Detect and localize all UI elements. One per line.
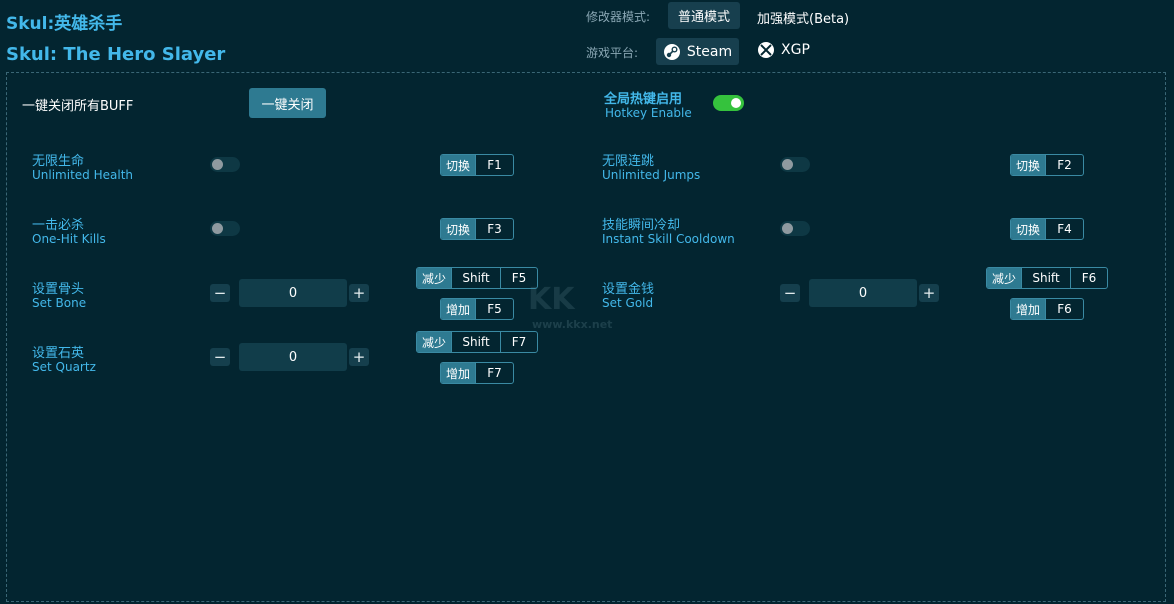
app-title-en: Skul: The Hero Slayer xyxy=(6,44,226,65)
bone-value-input[interactable]: 0 xyxy=(239,279,347,307)
hotkey-tag: 切换 xyxy=(441,219,476,239)
unlimited-health-hotkey[interactable]: 切换 F1 xyxy=(440,154,514,176)
hotkey-modifier: Shift xyxy=(1021,268,1070,288)
cheat-panel xyxy=(6,72,1166,602)
xbox-icon xyxy=(758,42,774,58)
hotkey-modifier: Shift xyxy=(451,268,500,288)
hotkey-tag: 切换 xyxy=(441,155,476,175)
minus-icon: − xyxy=(213,284,227,302)
enhanced-mode-button[interactable]: 加强模式(Beta) xyxy=(757,8,849,27)
instant-cooldown-hotkey[interactable]: 切换 F4 xyxy=(1010,218,1084,240)
close-all-label: 一键关闭所有BUFF xyxy=(22,99,134,114)
steam-platform-button[interactable]: Steam xyxy=(656,38,739,65)
plus-icon: + xyxy=(922,284,936,302)
cheat-label-cn: 无限生命 xyxy=(32,154,85,169)
bone-increase-button[interactable]: + xyxy=(349,284,369,302)
hotkey-tag: 切换 xyxy=(1011,219,1046,239)
hotkey-key: F7 xyxy=(500,332,537,352)
hotkey-key: F6 xyxy=(1045,299,1083,319)
hotkey-tag: 增加 xyxy=(441,299,476,319)
instant-cooldown-toggle[interactable] xyxy=(780,221,810,236)
value-label-en: Set Bone xyxy=(32,296,87,310)
value-label-cn: 设置金钱 xyxy=(602,282,655,297)
xgp-label: XGP xyxy=(781,42,810,58)
plus-icon: + xyxy=(352,348,366,366)
platform-label: 游戏平台: xyxy=(586,46,639,60)
unlimited-jumps-hotkey[interactable]: 切换 F2 xyxy=(1010,154,1084,176)
hotkey-key: F5 xyxy=(475,299,513,319)
minus-icon: − xyxy=(783,284,797,302)
quartz-decrease-button[interactable]: − xyxy=(210,348,230,366)
bone-decrease-button[interactable]: − xyxy=(210,284,230,302)
hotkey-key: F5 xyxy=(500,268,537,288)
hotkey-tag: 减少 xyxy=(417,268,452,288)
hotkey-enable-label-en: Hotkey Enable xyxy=(605,106,692,120)
hotkey-tag: 增加 xyxy=(1011,299,1046,319)
unlimited-jumps-toggle[interactable] xyxy=(780,157,810,172)
xgp-platform-button[interactable]: XGP xyxy=(757,41,810,59)
mode-label: 修改器模式: xyxy=(586,10,651,24)
quartz-value-input[interactable]: 0 xyxy=(239,343,347,371)
value-label-cn: 设置骨头 xyxy=(32,282,85,297)
app-title-cn: Skul:英雄杀手 xyxy=(6,14,123,34)
value-label-en: Set Quartz xyxy=(32,360,96,374)
unlimited-health-toggle[interactable] xyxy=(210,157,240,172)
one-hit-kills-hotkey[interactable]: 切换 F3 xyxy=(440,218,514,240)
hotkey-key: F4 xyxy=(1045,219,1083,239)
gold-value-input[interactable]: 0 xyxy=(809,279,917,307)
normal-mode-button[interactable]: 普通模式 xyxy=(668,2,740,29)
value-label-en: Set Gold xyxy=(602,296,654,310)
hotkey-tag: 减少 xyxy=(987,268,1022,288)
hotkey-enable-toggle[interactable] xyxy=(713,95,744,111)
minus-icon: − xyxy=(213,348,227,366)
watermark-url: www.kkx.net xyxy=(532,318,613,331)
gold-increase-hotkey[interactable]: 增加 F6 xyxy=(1010,298,1084,320)
hotkey-modifier: Shift xyxy=(451,332,500,352)
gold-decrease-hotkey[interactable]: 减少 Shift F6 xyxy=(986,267,1108,289)
cheat-label-en: Unlimited Health xyxy=(32,168,134,182)
cheat-label-en: One-Hit Kills xyxy=(32,232,106,246)
quartz-decrease-hotkey[interactable]: 减少 Shift F7 xyxy=(416,331,538,353)
hotkey-key: F2 xyxy=(1045,155,1083,175)
hotkey-enable-label-cn: 全局热键启用 xyxy=(604,92,683,107)
steam-icon xyxy=(663,43,680,60)
cheat-label-cn: 无限连跳 xyxy=(602,154,655,169)
cheat-label-cn: 技能瞬间冷却 xyxy=(602,218,681,233)
gold-increase-button[interactable]: + xyxy=(919,284,939,302)
bone-decrease-hotkey[interactable]: 减少 Shift F5 xyxy=(416,267,538,289)
hotkey-tag: 减少 xyxy=(417,332,452,352)
cheat-label-cn: 一击必杀 xyxy=(32,218,85,233)
quartz-increase-button[interactable]: + xyxy=(349,348,369,366)
hotkey-key: F7 xyxy=(475,363,513,383)
hotkey-key: F6 xyxy=(1070,268,1107,288)
hotkey-tag: 增加 xyxy=(441,363,476,383)
hotkey-key: F1 xyxy=(475,155,513,175)
cheat-label-en: Instant Skill Cooldown xyxy=(602,232,735,246)
gold-decrease-button[interactable]: − xyxy=(780,284,800,302)
hotkey-key: F3 xyxy=(475,219,513,239)
bone-increase-hotkey[interactable]: 增加 F5 xyxy=(440,298,514,320)
plus-icon: + xyxy=(352,284,366,302)
cheat-label-en: Unlimited Jumps xyxy=(602,168,701,182)
steam-label: Steam xyxy=(686,43,733,60)
quartz-increase-hotkey[interactable]: 增加 F7 xyxy=(440,362,514,384)
hotkey-tag: 切换 xyxy=(1011,155,1046,175)
one-hit-kills-toggle[interactable] xyxy=(210,221,240,236)
value-label-cn: 设置石英 xyxy=(32,346,85,361)
close-all-button[interactable]: 一键关闭 xyxy=(249,88,326,118)
